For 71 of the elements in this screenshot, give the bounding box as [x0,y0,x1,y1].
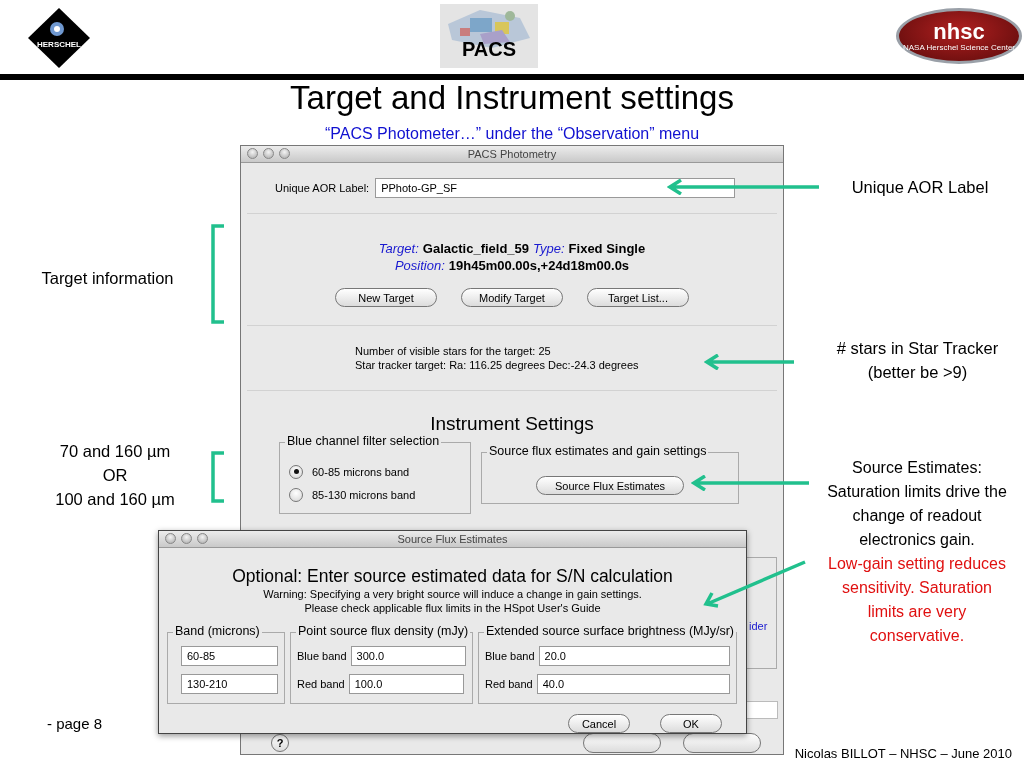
radio-label: 85-130 microns band [312,488,416,501]
field-label: Red band [485,678,533,690]
field-label: Unique AOR Label: [275,182,370,194]
dialog-button[interactable]: OK [660,714,722,733]
callout-text: # stars in Star Tracker [835,338,1000,359]
group-title: Source flux estimates and gain settings [487,444,709,459]
field-value: Fixed Single [568,240,646,257]
source-flux-button[interactable]: Source Flux Estimates [536,476,684,495]
logo-text: PACS [460,38,518,61]
callout-heading: Source Estimates: [851,458,983,478]
input-field[interactable]: 300.0 [350,646,466,666]
target-button[interactable]: Modify Target [461,288,563,307]
callout-text: Unique AOR Label [850,177,990,198]
input-field[interactable]: 20.0 [538,646,730,666]
input-field[interactable]: PPhoto-GP_SF [375,178,736,198]
herschel-logo [27,7,91,69]
footer-text: Nicolas BILLOT – NHSC – June 2010 [794,746,1012,761]
logo-text: HERSCHEL [36,40,82,49]
window-title: PACS Photometry [467,148,557,160]
dialog-button[interactable]: Cancel [568,714,630,733]
window-control[interactable] [197,533,208,544]
field-label: Position: [394,257,445,274]
input-field[interactable] [745,701,778,719]
callout-text: OR [101,465,129,486]
radio-label: 60-85 microns band [312,465,410,478]
callout-warning: Low-gain setting reduces sensitivity. Saturation limits are very conservative. [827,554,1007,646]
slide-title: Target and Instrument settings [289,78,735,118]
link[interactable]: ider [749,620,768,632]
window-control[interactable] [263,148,274,159]
slide-subtitle: “PACS Photometer…” under the “Observation” menu [324,124,700,144]
group-title: Band (microns) [173,624,262,639]
target-button[interactable]: Target List... [587,288,689,307]
section-heading: Instrument Settings [429,413,595,435]
radio-button[interactable] [289,464,303,479]
field-label: Blue band [297,650,347,662]
dialog-heading: Optional: Enter source estimated data for S/N calculation [231,565,674,587]
input-field[interactable]: 60-85 [181,646,278,666]
page-number: - page 8 [47,715,103,732]
info-text: Number of visible stars for the target: 25 [355,344,551,358]
input-field[interactable]: 100.0 [348,674,464,694]
bracket [210,451,226,503]
dialog-button[interactable] [583,733,661,753]
callout-text: 100 and 160 µm [54,489,176,510]
field-value: Galactic_field_59 [422,240,530,257]
target-button[interactable]: New Target [335,288,437,307]
field-value: 19h45m00.00s,+24d18m00.0s [448,257,630,274]
help-button[interactable]: ? [271,734,289,752]
window-control[interactable] [279,148,290,159]
callout-text: Target information [40,268,175,289]
input-field[interactable]: 40.0 [536,674,730,694]
radio-button[interactable] [289,487,303,502]
callout-text: (better be >9) [866,362,969,383]
logo-text: nhsc [933,20,985,43]
info-text: Star tracker target: Ra: 116.25 degrees Dec:-24.3 degrees [355,358,639,372]
dialog-button[interactable] [683,733,761,753]
field-label: Target: [378,240,419,257]
group-title: Point source flux density (mJy) [296,624,471,639]
window-title: Source Flux Estimates [397,533,508,545]
warning-text: Please check applicable flux limits in the HSpot User's Guide [303,601,602,615]
callout-text: Saturation limits drive the change of readout electronics gain. [826,482,1008,550]
window-control[interactable] [247,148,258,159]
field-label: Blue band [485,650,535,662]
callout-text: 70 and 160 µm [58,441,172,462]
field-label: Red band [297,678,345,690]
input-field[interactable]: 130-210 [181,674,278,694]
warning-text: Warning: Specifying a very bright source will induce a change in gain settings. [262,587,643,601]
group-title: Extended source surface brightness (MJy/sr) [484,624,737,639]
logo-subtext: NASA Herschel Science Center [902,42,1016,52]
field-label: Type: [533,240,565,257]
window-control[interactable] [165,533,176,544]
window-control[interactable] [181,533,192,544]
